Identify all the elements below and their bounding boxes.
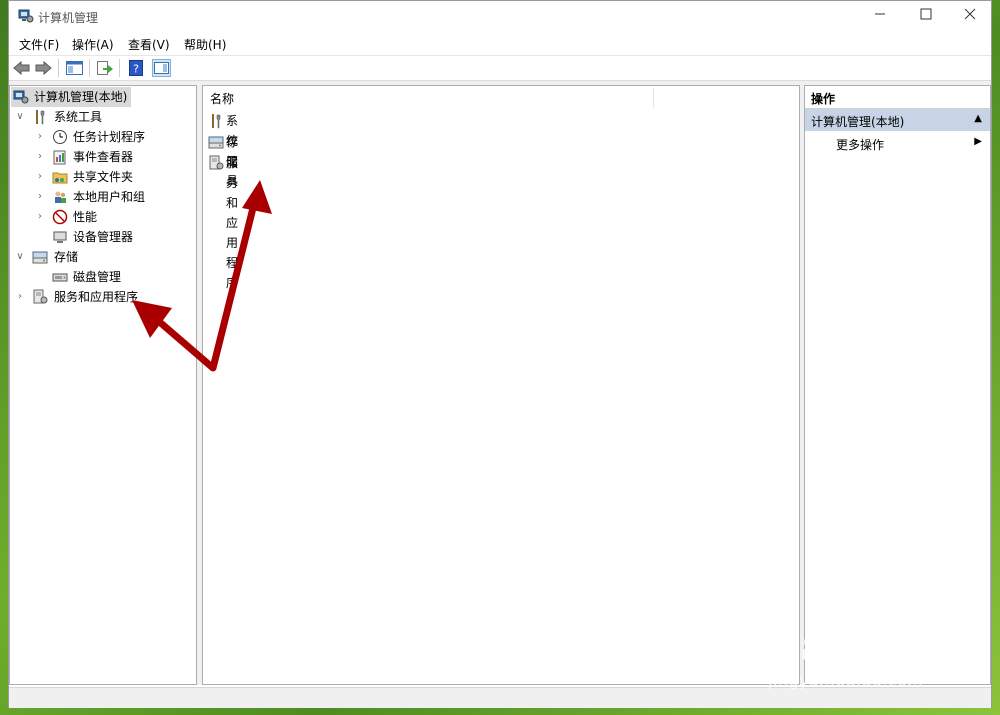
menu-help[interactable]: 帮助(H) [184, 36, 226, 53]
svg-text:du: du [842, 625, 899, 671]
tree-item-task-scheduler[interactable]: › 任务计划程序 [10, 127, 190, 147]
status-bar [9, 687, 991, 708]
toolbar: ? [9, 55, 991, 81]
computer-management-icon [13, 90, 29, 104]
forward-icon[interactable] [34, 59, 53, 77]
window-title: 计算机管理 [38, 11, 99, 25]
tree-item-label: 任务计划程序 [73, 130, 146, 144]
chevron-right-icon[interactable]: › [34, 207, 46, 227]
chevron-right-icon[interactable]: › [34, 187, 46, 207]
users-icon [55, 191, 66, 203]
title-bar[interactable]: 计算机管理 [9, 1, 991, 32]
back-icon[interactable] [12, 59, 31, 77]
toolbar-separator [58, 59, 59, 77]
column-separator[interactable] [653, 88, 654, 108]
tree-item-shared-folders[interactable]: › 共享文件夹 [10, 167, 190, 187]
actions-pane: 操作 计算机管理(本地) ▲ 更多操作 ▶ [804, 85, 991, 685]
chevron-right-icon[interactable]: › [34, 167, 46, 187]
chevron-right-icon[interactable]: › [34, 147, 46, 167]
results-pane: 名称 系统工具 存储 服务和应用程序 [202, 85, 800, 685]
device-manager-icon [53, 231, 67, 243]
actions-section-computer-management[interactable]: 计算机管理(本地) ▲ [805, 109, 990, 131]
actions-header: 操作 [805, 86, 990, 109]
services-icon [209, 155, 224, 170]
tree-item-computer-management[interactable]: 计算机管理(本地) [11, 87, 131, 107]
show-hide-action-pane-icon[interactable] [152, 59, 171, 77]
maximize-icon [920, 8, 932, 20]
storage-icon [208, 136, 224, 149]
tree-item-performance[interactable]: › 性能 [10, 207, 190, 227]
watermark-text: jingyan.baidu.com [768, 672, 924, 690]
tree-item-label: 事件查看器 [73, 150, 134, 164]
minimize-button[interactable] [857, 1, 903, 32]
actions-section-label: 计算机管理(本地) [811, 115, 905, 129]
close-icon [964, 8, 976, 20]
tree-item-local-users-groups[interactable]: › 本地用户和组 [10, 187, 190, 207]
tree-item-label: 系统工具 [54, 110, 103, 124]
close-button[interactable] [947, 1, 993, 32]
computer-management-icon [18, 9, 34, 23]
computer-management-window: 计算机管理 文件(F) 操作(A) 查看(V) 帮助(H) ? 计算机管理(本地… [8, 0, 992, 708]
column-header-name[interactable]: 名称 [203, 86, 799, 109]
disk-icon [52, 273, 68, 282]
more-actions-item[interactable]: 更多操作 ▶ [805, 133, 990, 153]
menu-action[interactable]: 操作(A) [72, 36, 114, 53]
tree-item-label: 计算机管理(本地) [34, 90, 128, 104]
collapse-arrow-icon[interactable]: ▲ [974, 113, 982, 124]
minimize-icon [875, 13, 885, 15]
tree-item-system-tools[interactable]: ∨ 系统工具 [10, 107, 190, 127]
svg-text:?: ? [133, 63, 139, 76]
chevron-right-icon[interactable]: › [34, 127, 46, 147]
show-hide-console-tree-icon[interactable] [65, 59, 84, 77]
tree-item-label: 服务和应用程序 [54, 290, 139, 304]
services-icon [33, 289, 48, 304]
tree-item-label: 性能 [73, 210, 98, 224]
help-icon[interactable]: ? [127, 59, 146, 77]
menu-file[interactable]: 文件(F) [19, 36, 59, 53]
performance-icon [52, 209, 68, 225]
toolbar-separator [89, 59, 90, 77]
more-actions-label: 更多操作 [836, 138, 885, 152]
tools-icon [212, 114, 221, 129]
chevron-down-icon[interactable]: ∨ [14, 247, 26, 267]
clock-icon [53, 130, 67, 144]
chevron-down-icon[interactable]: ∨ [14, 107, 26, 127]
shared-folder-icon [52, 172, 68, 184]
tools-icon [36, 110, 45, 125]
tree-item-label: 共享文件夹 [73, 170, 134, 184]
storage-icon [32, 251, 48, 264]
tree-item-device-manager[interactable]: 设备管理器 [10, 227, 190, 247]
tree-item-storage[interactable]: ∨ 存储 [10, 247, 190, 267]
svg-text:Bai: Bai [770, 625, 841, 671]
actions-header-label: 操作 [811, 92, 836, 106]
tree-item-services-apps[interactable]: › 服务和应用程序 [10, 287, 190, 307]
tree-item-label: 存储 [54, 250, 79, 264]
menu-view[interactable]: 查看(V) [128, 36, 170, 53]
tree-item-label: 设备管理器 [73, 230, 134, 244]
menu-bar: 文件(F) 操作(A) 查看(V) 帮助(H) [9, 34, 991, 54]
list-item-label: 服务和应用程序 [226, 156, 239, 290]
tree-item-label: 磁盘管理 [73, 270, 122, 284]
tree-item-event-viewer[interactable]: › 事件查看器 [10, 147, 190, 167]
maximize-button[interactable] [903, 1, 949, 32]
event-viewer-icon [53, 150, 66, 165]
content-area: 计算机管理(本地) ∨ 系统工具 › 任务计划程序 › 事件查看器 › 共享文件… [9, 81, 991, 685]
export-list-icon[interactable] [95, 59, 114, 77]
tree-item-disk-management[interactable]: 磁盘管理 [10, 267, 190, 287]
tree-item-label: 本地用户和组 [73, 190, 146, 204]
submenu-arrow-icon: ▶ [974, 136, 982, 147]
toolbar-separator [119, 59, 120, 77]
console-tree: 计算机管理(本地) ∨ 系统工具 › 任务计划程序 › 事件查看器 › 共享文件… [9, 85, 197, 685]
chevron-right-icon[interactable]: › [14, 287, 26, 307]
column-header-label: 名称 [210, 92, 235, 106]
